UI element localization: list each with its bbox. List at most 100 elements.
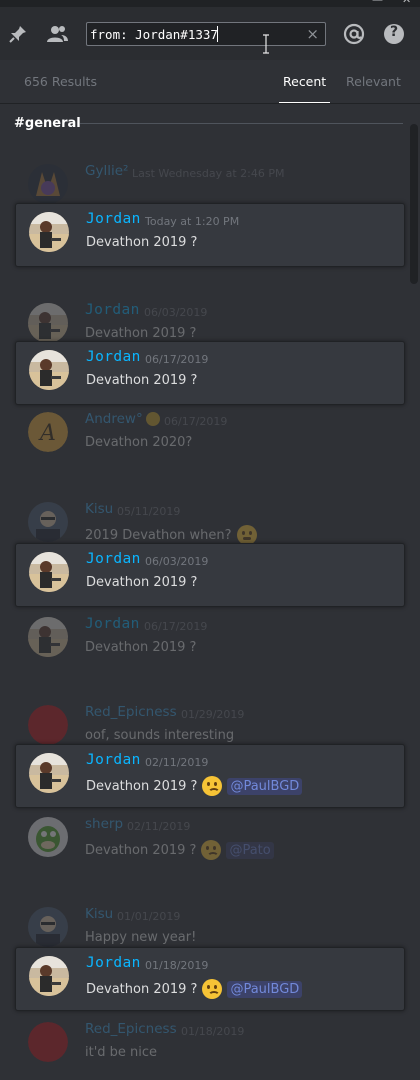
avatar[interactable] [28,164,68,204]
username[interactable]: Jordan [85,616,140,632]
username[interactable]: Jordan [85,302,140,318]
help-icon[interactable]: ? [382,22,406,46]
message-text: 2019 Devathon when? [85,527,232,543]
search-result-message[interactable]: Jordan 06/17/2019 Devathon 2019 ? [15,341,405,405]
message-content: Happy new year! [85,930,196,945]
username[interactable]: Jordan [86,752,141,768]
username[interactable]: Jordan [86,211,141,227]
at-icon[interactable] [342,22,366,46]
message-content: Devathon 2019 ? @Pato [85,840,274,860]
avatar[interactable] [28,1022,68,1062]
timestamp: 06/17/2019 [144,620,208,633]
avatar[interactable] [28,817,68,857]
message-content: Devathon 2019 ? [86,373,197,388]
window-titlebar: — ✕ [0,0,420,7]
username[interactable]: Jordan [86,349,141,365]
message-content: 2019 Devathon when? [85,525,257,545]
message-text: Happy new year! [85,930,197,945]
message-text: Devathon 2019 ? [86,778,198,794]
clear-search-button[interactable]: × [306,25,319,43]
timestamp: 01/01/2019 [117,910,181,923]
context-message: A Andrew° 06/17/2019 Devathon 2020? [15,404,405,468]
timestamp: Last Wednesday at 2:46 PM [132,167,285,180]
scrollbar-thumb[interactable] [410,124,418,284]
avatar[interactable] [28,502,68,542]
tab-recent[interactable]: Recent [278,74,331,104]
search-box[interactable]: × [86,22,326,46]
search-result-message[interactable]: Jordan 01/18/2019 Devathon 2019 ? @PaulBGD [15,947,405,1011]
message-content: Devathon 2019 ? [86,235,197,250]
message-content: Devathon 2020? [85,435,192,450]
message-content: Devathon 2019 ? [86,575,197,590]
message-content: oof, sounds interesting [85,728,234,743]
timestamp: 02/11/2019 [145,756,209,769]
timestamp: 05/11/2019 [117,505,181,518]
timestamp: 01/18/2019 [181,1025,245,1038]
username[interactable]: sherp [85,816,123,832]
grimace-emoji-icon [236,525,257,545]
help-label: ? [389,24,399,40]
results-header: 656 Results Recent Relevant [0,60,420,104]
message-text: Devathon 2019 ? [85,326,197,341]
search-result-message[interactable]: Jordan 06/03/2019 Devathon 2019 ? [15,543,405,607]
username[interactable]: Jordan [86,551,141,567]
message-content: Devathon 2019 ? [85,640,196,655]
close-window-button[interactable]: ✕ [402,0,411,6]
sun-badge-icon [145,412,160,426]
username[interactable]: Kisu [85,501,113,517]
message-text: it'd be nice [85,1045,158,1060]
svg-text:A: A [38,421,56,446]
avatar[interactable] [29,212,69,252]
message-text: Devathon 2019 ? [85,842,197,858]
username[interactable]: Andrew° [85,411,160,427]
avatar[interactable] [29,956,69,996]
timestamp: Today at 1:20 PM [145,215,240,228]
avatar[interactable] [28,705,68,745]
search-result-message[interactable]: Jordan Today at 1:20 PM Devathon 2019 ? [15,203,405,267]
timestamp: 01/29/2019 [181,708,245,721]
message-text: Devathon 2019 ? [85,640,197,655]
timestamp: 06/03/2019 [145,555,209,568]
timestamp: 06/17/2019 [164,415,228,428]
username[interactable]: Red_Epicness [85,704,177,720]
search-result-message[interactable]: Jordan 02/11/2019 Devathon 2019 ? @PaulBGD [15,744,405,808]
results-count: 656 Results [24,74,97,89]
timestamp: 01/18/2019 [145,959,209,972]
context-message: sherp 02/11/2019 Devathon 2019 ? @Pato [15,809,405,873]
avatar[interactable]: A [28,412,68,452]
minimize-button[interactable]: — [372,0,383,6]
user-mention[interactable]: @PaulBGD [227,980,303,998]
username[interactable]: Kisu [85,906,113,922]
avatar[interactable] [28,303,68,343]
message-text: Devathon 2020? [85,435,193,450]
message-content: it'd be nice [85,1045,157,1060]
user-mention[interactable]: @Pato [226,841,274,859]
username[interactable]: Gyllie² [85,163,128,179]
message-text: Devathon 2019 ? [86,981,198,997]
timestamp: 06/03/2019 [144,306,208,319]
message-content: Devathon 2019 ? @PaulBGD [86,979,303,999]
text-caret [217,26,218,42]
avatar[interactable] [29,552,69,592]
scrollbar[interactable] [408,104,420,1080]
message-content: Devathon 2019 ? @PaulBGD [86,776,303,796]
avatar[interactable] [29,753,69,793]
people-icon[interactable] [45,22,69,46]
search-results: #general Gyllie² Last Wednesday at 2:46 P… [0,104,408,1080]
message-text: oof, sounds interesting [85,728,235,743]
timestamp: 02/11/2019 [127,820,191,833]
user-mention[interactable]: @PaulBGD [227,777,303,795]
context-message: Jordan 06/17/2019 Devathon 2019 ? [15,609,405,673]
message-content: Devathon 2019 ? [85,326,196,341]
username[interactable]: Jordan [86,955,141,971]
tab-relevant[interactable]: Relevant [346,74,401,89]
search-toolbar: × ? [0,7,420,60]
avatar[interactable] [28,907,68,947]
pin-icon[interactable] [6,22,30,46]
avatar[interactable] [28,617,68,657]
ibeam-cursor-icon [263,34,269,54]
channel-name: #general [14,116,81,131]
avatar[interactable] [29,350,69,390]
username[interactable]: Red_Epicness [85,1021,177,1037]
channel-divider [80,123,403,124]
